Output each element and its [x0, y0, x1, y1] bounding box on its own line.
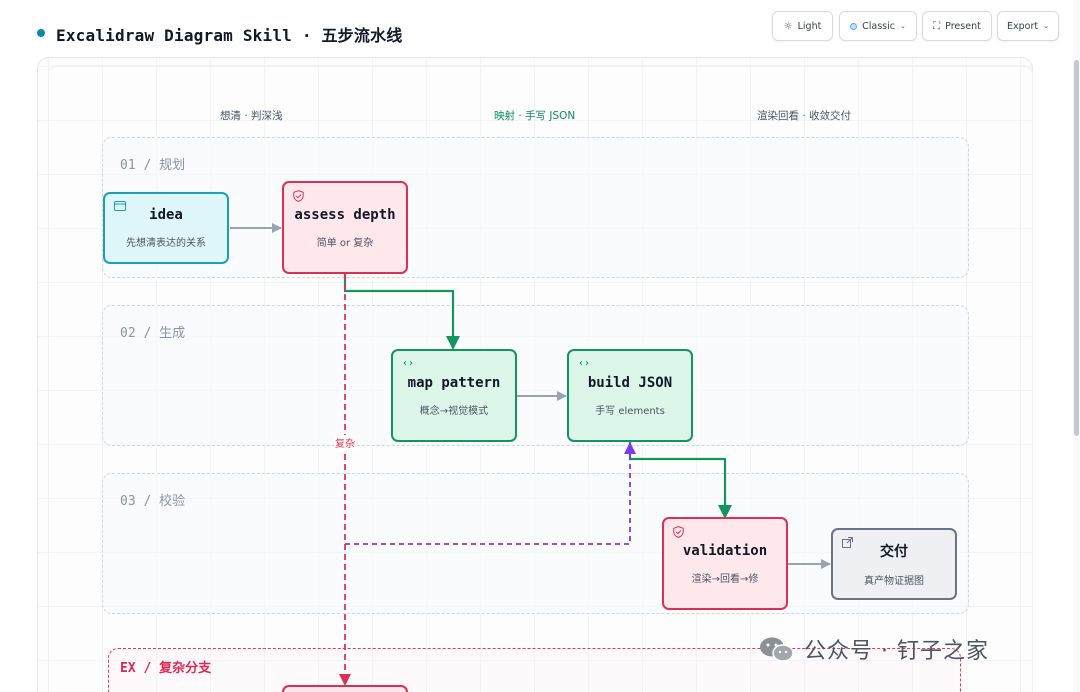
export-dropdown[interactable]: Export ⌄	[997, 11, 1059, 41]
palette-swatch-icon	[850, 22, 858, 30]
wechat-icon	[758, 635, 796, 663]
stage-complex-branch-label: EX / 复杂分支	[120, 661, 212, 676]
stage-generate-label: 02 / 生成	[120, 326, 186, 341]
top-bar: Excalidraw Diagram Skill · 五步流水线 ☼ Light…	[0, 0, 1080, 58]
stage-generate	[102, 305, 969, 446]
node-complex-target[interactable]	[282, 685, 408, 692]
present-button-label: Present	[945, 20, 981, 32]
light-button-label: Light	[797, 20, 822, 32]
browser-window-icon	[114, 201, 126, 214]
edge-label-complex: 复杂	[334, 435, 356, 450]
node-idea-title: idea	[149, 207, 183, 223]
chevron-down-icon: ⌄	[899, 22, 906, 30]
node-assess-depth[interactable]: assess depth 简单 or 复杂	[282, 181, 408, 274]
sun-icon: ☼	[783, 20, 793, 32]
fullscreen-icon: ⛶	[933, 20, 941, 32]
node-build-json-subtitle: 手写 elements	[595, 405, 665, 417]
classic-button-label: Classic	[862, 20, 895, 32]
shield-icon	[673, 526, 684, 541]
node-map-pattern-subtitle: 概念→视觉模式	[419, 405, 489, 417]
stage-plan	[102, 137, 969, 278]
lane-header-think: 想清 · 判深浅	[220, 110, 283, 122]
node-deliver-subtitle: 真产物证据图	[864, 576, 924, 587]
light-theme-button[interactable]: ☼ Light	[772, 11, 833, 41]
node-idea-subtitle: 先想清表达的关系	[126, 238, 206, 249]
watermark-text: 公众号 · 钉子之家	[804, 639, 989, 664]
node-assess-depth-title: assess depth	[294, 206, 396, 223]
code-brackets-icon: ‹›	[578, 358, 591, 369]
node-deliver[interactable]: 交付 真产物证据图	[831, 528, 957, 600]
code-brackets-icon: ‹›	[402, 358, 415, 369]
external-link-icon	[842, 537, 853, 551]
chevron-down-icon: ⌄	[1043, 22, 1049, 30]
page-title: Excalidraw Diagram Skill · 五步流水线	[56, 26, 403, 45]
present-button[interactable]: ⛶ Present	[922, 11, 992, 41]
title-status-dot	[37, 29, 45, 37]
classic-style-dropdown[interactable]: Classic ⌄	[839, 11, 917, 41]
stage-plan-label: 01 / 规划	[120, 158, 186, 173]
lane-header-render: 渲染回看 · 收敛交付	[757, 110, 852, 122]
node-map-pattern-title: map pattern	[407, 374, 501, 391]
node-assess-depth-subtitle: 简单 or 复杂	[316, 237, 374, 249]
node-build-json-title: build JSON	[587, 374, 673, 391]
shield-icon	[293, 190, 304, 205]
node-validation-subtitle: 渲染→回看→修	[691, 573, 759, 585]
page-scrollbar-thumb[interactable]	[1074, 60, 1079, 436]
lane-header-map: 映射 · 手写 JSON	[494, 110, 576, 122]
export-button-label: Export	[1007, 20, 1039, 32]
node-build-json[interactable]: ‹› build JSON 手写 elements	[567, 349, 693, 442]
node-idea[interactable]: idea 先想清表达的关系	[103, 192, 229, 264]
node-deliver-title: 交付	[880, 544, 908, 560]
node-validation-title: validation	[682, 542, 768, 559]
node-map-pattern[interactable]: ‹› map pattern 概念→视觉模式	[391, 349, 517, 442]
node-validation[interactable]: validation 渲染→回看→修	[662, 517, 788, 610]
watermark: 公众号 · 钉子之家	[758, 633, 989, 665]
stage-validate-label: 03 / 校验	[120, 494, 186, 509]
